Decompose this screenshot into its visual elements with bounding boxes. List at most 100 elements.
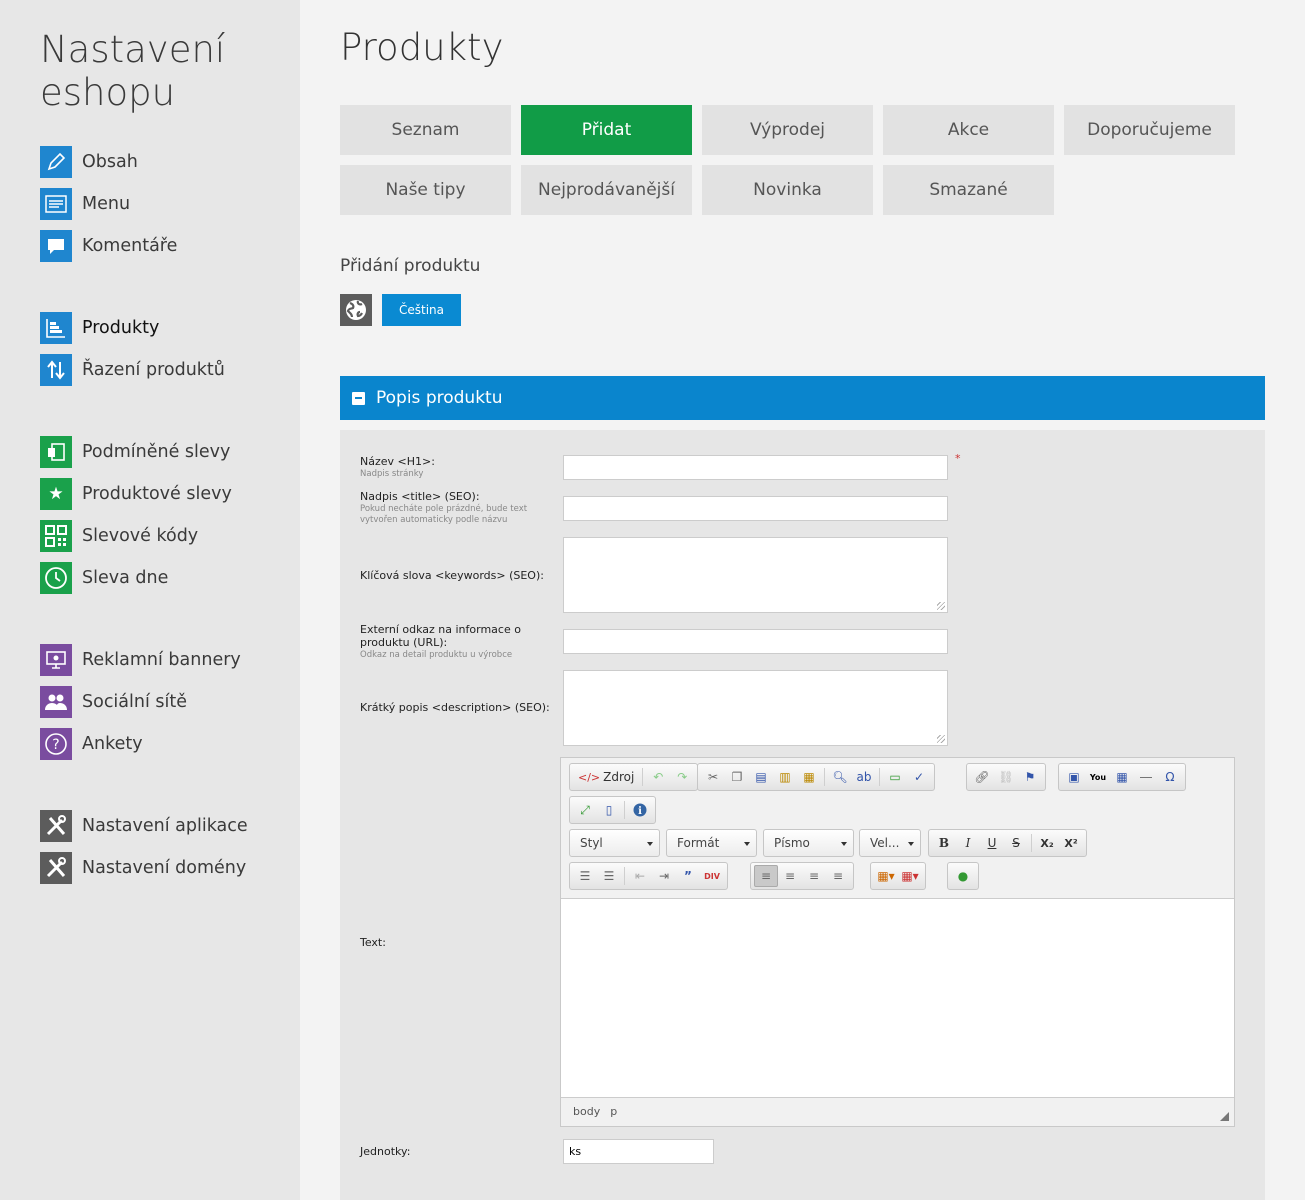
globe-icon[interactable] <box>340 294 372 326</box>
about-icon[interactable]: i <box>628 799 652 821</box>
units-label: Jednotky: <box>360 1145 411 1158</box>
resize-handle-icon[interactable] <box>1220 1112 1229 1121</box>
seo-title-input[interactable] <box>563 496 948 521</box>
redo-icon[interactable]: ↷ <box>670 766 694 788</box>
sidebar-item-produktove-slevy[interactable]: ★ Produktové slevy <box>40 478 232 510</box>
sidebar-item-sleva-dne[interactable]: Sleva dne <box>40 562 168 594</box>
path-p[interactable]: p <box>610 1105 617 1118</box>
bold-icon[interactable]: B <box>932 832 956 854</box>
tab-nase-tipy[interactable]: Naše tipy <box>340 165 511 215</box>
sidebar-item-podminene-slevy[interactable]: Podmíněné slevy <box>40 436 230 468</box>
strikethrough-icon[interactable]: S <box>1004 832 1028 854</box>
image-icon[interactable]: ▣ <box>1062 766 1086 788</box>
sidebar-item-socialni-site[interactable]: Sociální sítě <box>40 686 187 718</box>
align-center-icon[interactable]: ≡ <box>778 865 802 887</box>
color-grid-icon[interactable]: ▦▾ <box>874 865 898 887</box>
font-dropdown[interactable]: Písmo <box>763 829 854 857</box>
create-div-icon[interactable]: DIV <box>700 865 724 887</box>
sidebar-item-obsah[interactable]: Obsah <box>40 146 138 178</box>
collapse-icon[interactable] <box>352 391 365 405</box>
globe-link-icon[interactable]: ● <box>951 865 975 887</box>
language-button[interactable]: Čeština <box>382 294 461 326</box>
replace-icon[interactable]: ab <box>852 766 876 788</box>
tab-smazane[interactable]: Smazané <box>883 165 1054 215</box>
paste-icon[interactable]: ▦ <box>797 766 821 788</box>
sidebar-item-slevove-kody[interactable]: Slevové kódy <box>40 520 198 552</box>
superscript-icon[interactable]: X² <box>1059 832 1083 854</box>
tools-icon <box>40 852 72 884</box>
sidebar-item-nastaveni-aplikace[interactable]: Nastavení aplikace <box>40 810 248 842</box>
select-all-icon[interactable]: ▭ <box>883 766 907 788</box>
chevron-down-icon <box>744 842 750 846</box>
keywords-textarea[interactable] <box>563 537 948 613</box>
toolbar-tools: ⤢ ▯ i <box>569 796 656 824</box>
subscript-icon[interactable]: X₂ <box>1035 832 1059 854</box>
horizontal-rule-icon[interactable]: ― <box>1134 766 1158 788</box>
name-input[interactable] <box>563 455 948 480</box>
sidebar-item-label: Obsah <box>82 152 138 172</box>
sidebar-item-nastaveni-domeny[interactable]: Nastavení domény <box>40 852 246 884</box>
show-blocks-icon[interactable]: ▯ <box>597 799 621 821</box>
sidebar-item-produkty[interactable]: Produkty <box>40 312 159 344</box>
styles-dropdown[interactable]: Styl <box>569 829 660 857</box>
sidebar-item-ankety[interactable]: ? Ankety <box>40 728 143 760</box>
special-char-icon[interactable]: Ω <box>1158 766 1182 788</box>
link-icon[interactable]: 🔗︎ <box>970 766 994 788</box>
sidebar-item-label: Sleva dne <box>82 568 169 588</box>
outdent-icon[interactable]: ⇤ <box>628 865 652 887</box>
sidebar-item-label: Reklamní bannery <box>82 650 241 670</box>
paste-text-icon[interactable]: ▥ <box>773 766 797 788</box>
sidebar-item-razeni-produktu[interactable]: Řazení produktů <box>40 354 225 386</box>
table-color-icon[interactable]: ▦▾ <box>898 865 922 887</box>
description-textarea[interactable] <box>563 670 948 746</box>
tab-nejprodavanejsi[interactable]: Nejprodávanější <box>521 165 692 215</box>
align-justify-icon[interactable]: ≡ <box>826 865 850 887</box>
source-label: Zdroj <box>603 770 635 784</box>
maximize-icon[interactable]: ⤢ <box>573 799 597 821</box>
tab-seznam[interactable]: Seznam <box>340 105 511 155</box>
panel-title: Popis produktu <box>376 388 503 408</box>
source-button[interactable]: </> Zdroj <box>573 770 639 784</box>
size-dropdown[interactable]: Vel... <box>859 829 921 857</box>
sidebar-item-label: Produkty <box>82 318 160 338</box>
align-left-icon[interactable]: ≡ <box>754 865 778 887</box>
anchor-icon[interactable]: ⚑ <box>1018 766 1042 788</box>
table-icon[interactable]: ▦ <box>1110 766 1134 788</box>
sidebar-item-reklamni-bannery[interactable]: Reklamní bannery <box>40 644 241 676</box>
comment-icon <box>40 230 72 262</box>
spellcheck-icon[interactable]: ✓ <box>907 766 931 788</box>
find-icon[interactable]: 🔍︎ <box>828 766 852 788</box>
tab-pridat[interactable]: Přidat <box>521 105 692 155</box>
path-body[interactable]: body <box>573 1105 600 1118</box>
resize-grip-icon[interactable] <box>937 602 945 610</box>
numbered-list-icon[interactable]: ☰ <box>573 865 597 887</box>
toolbar-paragraph: ☰ ☰ ⇤ ⇥ ” DIV <box>569 862 728 890</box>
format-dropdown[interactable]: Formát <box>666 829 757 857</box>
resize-grip-icon[interactable] <box>937 735 945 743</box>
italic-icon[interactable]: I <box>956 832 980 854</box>
bulleted-list-icon[interactable]: ☰ <box>597 865 621 887</box>
indent-icon[interactable]: ⇥ <box>652 865 676 887</box>
tab-akce[interactable]: Akce <box>883 105 1054 155</box>
underline-icon[interactable]: U <box>980 832 1004 854</box>
undo-icon[interactable]: ↶ <box>646 766 670 788</box>
tab-vyprodej[interactable]: Výprodej <box>702 105 873 155</box>
tab-novinka[interactable]: Novinka <box>702 165 873 215</box>
tab-doporucujeme[interactable]: Doporučujeme <box>1064 105 1235 155</box>
blockquote-icon[interactable]: ” <box>676 865 700 887</box>
units-input[interactable] <box>563 1139 714 1164</box>
external-url-input[interactable] <box>563 629 948 654</box>
panel-header[interactable]: Popis produktu <box>340 376 1265 420</box>
unlink-icon[interactable]: ⛓ <box>994 766 1018 788</box>
toolbar-document: </> Zdroj ↶ ↷ <box>569 763 699 791</box>
page-title: Produkty <box>340 26 504 69</box>
sidebar-item-komentare[interactable]: Komentáře <box>40 230 177 262</box>
editor-content-area[interactable] <box>561 898 1234 1098</box>
paste-word-icon[interactable]: ▤ <box>749 766 773 788</box>
sidebar-item-menu[interactable]: Menu <box>40 188 130 220</box>
youtube-icon[interactable]: You <box>1086 766 1110 788</box>
copy-icon[interactable]: ❐ <box>725 766 749 788</box>
keywords-label: Klíčová slova <keywords> (SEO): <box>360 569 544 582</box>
cut-icon[interactable]: ✂ <box>701 766 725 788</box>
align-right-icon[interactable]: ≡ <box>802 865 826 887</box>
